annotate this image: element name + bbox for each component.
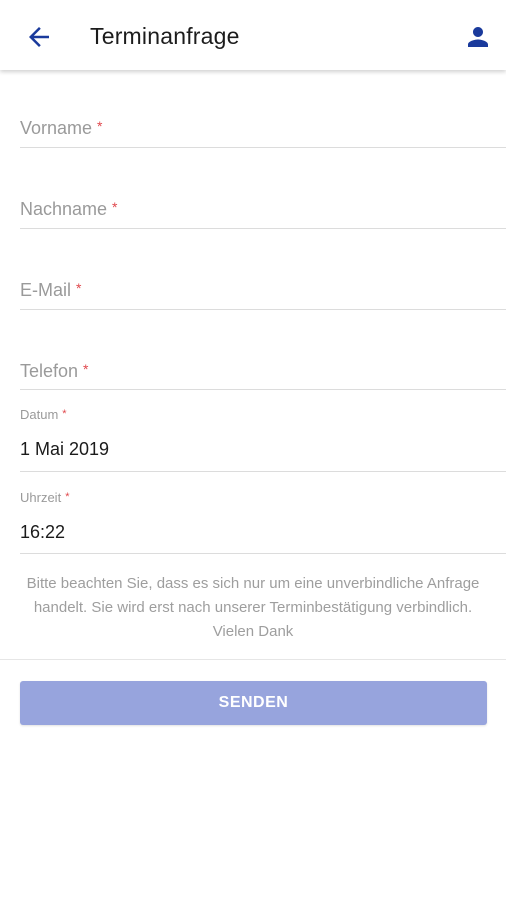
last-name-placeholder: Nachname <box>20 199 108 219</box>
arrow-left-icon[interactable] <box>24 22 54 52</box>
field-underline <box>20 309 506 310</box>
date-label: Datum <box>20 407 59 422</box>
required-marker: * <box>83 361 89 377</box>
first-name-field[interactable]: Vorname * <box>20 108 506 148</box>
required-marker: * <box>62 408 67 420</box>
phone-placeholder: Telefon <box>20 361 79 381</box>
time-value: 16:22 <box>20 522 66 542</box>
field-underline <box>20 553 506 554</box>
phone-field[interactable]: Telefon * <box>20 351 506 391</box>
required-marker: * <box>97 118 103 134</box>
person-icon[interactable] <box>463 22 493 52</box>
required-marker: * <box>112 199 118 215</box>
email-placeholder: E-Mail <box>20 280 72 300</box>
app-bar: Terminanfrage <box>0 0 506 70</box>
field-underline <box>20 471 506 472</box>
email-field[interactable]: E-Mail * <box>20 270 506 310</box>
time-field[interactable]: Uhrzeit * 16:22 <box>20 488 506 556</box>
field-underline <box>20 389 506 390</box>
required-marker: * <box>76 280 82 296</box>
send-button[interactable]: SENDEN <box>20 681 487 725</box>
required-marker: * <box>65 491 70 503</box>
field-underline <box>20 228 506 229</box>
last-name-field[interactable]: Nachname * <box>20 189 506 229</box>
date-value: 1 Mai 2019 <box>20 439 110 459</box>
field-underline <box>20 147 506 148</box>
disclaimer-text: Bitte beachten Sie, dass es sich nur um … <box>26 575 480 640</box>
first-name-placeholder: Vorname <box>20 118 93 138</box>
date-field[interactable]: Datum * 1 Mai 2019 <box>20 405 506 473</box>
divider <box>0 659 506 660</box>
page-title: Terminanfrage <box>90 23 240 49</box>
time-label: Uhrzeit <box>20 490 62 505</box>
